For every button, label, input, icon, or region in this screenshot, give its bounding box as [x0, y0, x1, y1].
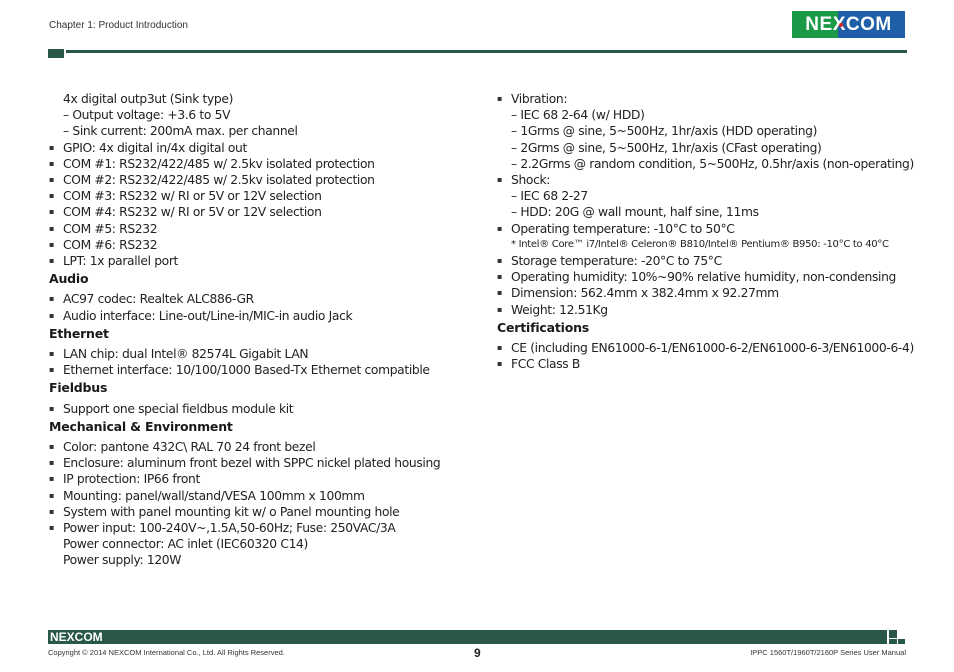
list-item: System with panel mounting kit w/ o Pane…: [49, 504, 469, 520]
logo-red-dot: [839, 23, 843, 27]
list-item: COM #4: RS232 w/ RI or 5V or 12V selecti…: [49, 204, 469, 220]
list-item: Shock:: [497, 172, 917, 188]
manual-title: IPPC 1560T/1960T/2160P Series User Manua…: [750, 648, 906, 657]
list-item: Support one special fieldbus module kit: [49, 401, 469, 417]
list-item: Mounting: panel/wall/stand/VESA 100mm x …: [49, 488, 469, 504]
list-item: AC97 codec: Realtek ALC886-GR: [49, 291, 469, 307]
header-accent-block: [48, 49, 64, 58]
list-subitem: – HDD: 20G @ wall mount, half sine, 11ms: [511, 205, 759, 220]
right-column: Vibration: – IEC 68 2-64 (w/ HDD) – 1Grm…: [497, 91, 917, 373]
section-heading-fieldbus: Fieldbus: [49, 380, 108, 396]
list-continuation: Power connector: AC inlet (IEC60320 C14): [63, 537, 308, 552]
list-item: 4x digital outp3ut (Sink type): [63, 92, 234, 106]
list-item: COM #2: RS232/422/485 w/ 2.5kv isolated …: [49, 172, 469, 188]
section-heading-ethernet: Ethernet: [49, 325, 109, 341]
list-subitem: – 1Grms @ sine, 5~500Hz, 1hr/axis (HDD o…: [511, 124, 818, 139]
footer-decor-square: [889, 630, 897, 638]
list-item: COM #5: RS232: [49, 221, 469, 237]
list-item: LAN chip: dual Intel® 82574L Gigabit LAN: [49, 346, 469, 362]
section-heading-audio: Audio: [49, 271, 89, 287]
list-item: Vibration:: [497, 91, 917, 107]
page-number: 9: [474, 646, 481, 660]
list-subitem: – Sink current: 200mA max. per channel: [63, 124, 298, 139]
copyright-text: Copyright © 2014 NEXCOM International Co…: [48, 648, 285, 657]
section-heading-certifications: Certifications: [497, 319, 590, 335]
footer-logo: NEXCOM: [50, 630, 103, 644]
list-item: Audio interface: Line-out/Line-in/MIC-in…: [49, 308, 469, 324]
logo-text: NEXCOM: [805, 13, 892, 35]
list-item: Dimension: 562.4mm x 382.4mm x 92.27mm: [497, 285, 917, 301]
list-item: Operating humidity: 10%~90% relative hum…: [497, 269, 917, 285]
list-item: Enclosure: aluminum front bezel with SPP…: [49, 455, 469, 471]
list-item: Operating temperature: -10°C to 50°C: [497, 221, 917, 237]
list-subitem: – IEC 68 2-27: [511, 189, 588, 204]
list-item: Ethernet interface: 10/100/1000 Based-Tx…: [49, 362, 469, 378]
list-item: IP protection: IP66 front: [49, 471, 469, 487]
list-item: CE (including EN61000-6-1/EN61000-6-2/EN…: [497, 340, 917, 356]
list-item: Power input: 100-240V~,1.5A,50-60Hz; Fus…: [49, 520, 469, 536]
list-item: FCC Class B: [497, 356, 917, 372]
list-item: COM #6: RS232: [49, 237, 469, 253]
list-item: GPIO: 4x digital in/4x digital out: [49, 140, 469, 156]
io-list: 4x digital outp3ut (Sink type) – Output …: [49, 91, 469, 269]
list-item: COM #3: RS232 w/ RI or 5V or 12V selecti…: [49, 188, 469, 204]
list-continuation: Power supply: 120W: [63, 553, 182, 568]
header-divider: [66, 50, 907, 53]
list-item: Color: pantone 432C\ RAL 70 24 front bez…: [49, 439, 469, 455]
list-item: Weight: 12.51Kg: [497, 302, 917, 318]
list-subitem: – Output voltage: +3.6 to 5V: [63, 108, 231, 123]
footer-decor-square: [898, 639, 905, 644]
list-item: Storage temperature: -20°C to 75°C: [497, 253, 917, 269]
nexcom-logo: NEXCOM: [792, 11, 905, 38]
list-item: LPT: 1x parallel port: [49, 253, 469, 269]
list-subitem: – 2Grms @ sine, 5~500Hz, 1hr/axis (CFast…: [511, 140, 822, 155]
section-heading-mechanical: Mechanical & Environment: [49, 418, 233, 434]
list-subitem: – 2.2Grms @ random condition, 5~500Hz, 0…: [511, 156, 914, 171]
list-subitem: – IEC 68 2-64 (w/ HDD): [511, 108, 645, 123]
footer-decor-square: [889, 639, 897, 644]
left-column: 4x digital outp3ut (Sink type) – Output …: [49, 91, 469, 569]
list-item: COM #1: RS232/422/485 w/ 2.5kv isolated …: [49, 156, 469, 172]
footnote: * Intel® Core™ i7/Intel® Celeron® B810/I…: [511, 238, 889, 250]
footer-bar: [48, 630, 887, 644]
chapter-title: Chapter 1: Product Introduction: [49, 20, 188, 31]
